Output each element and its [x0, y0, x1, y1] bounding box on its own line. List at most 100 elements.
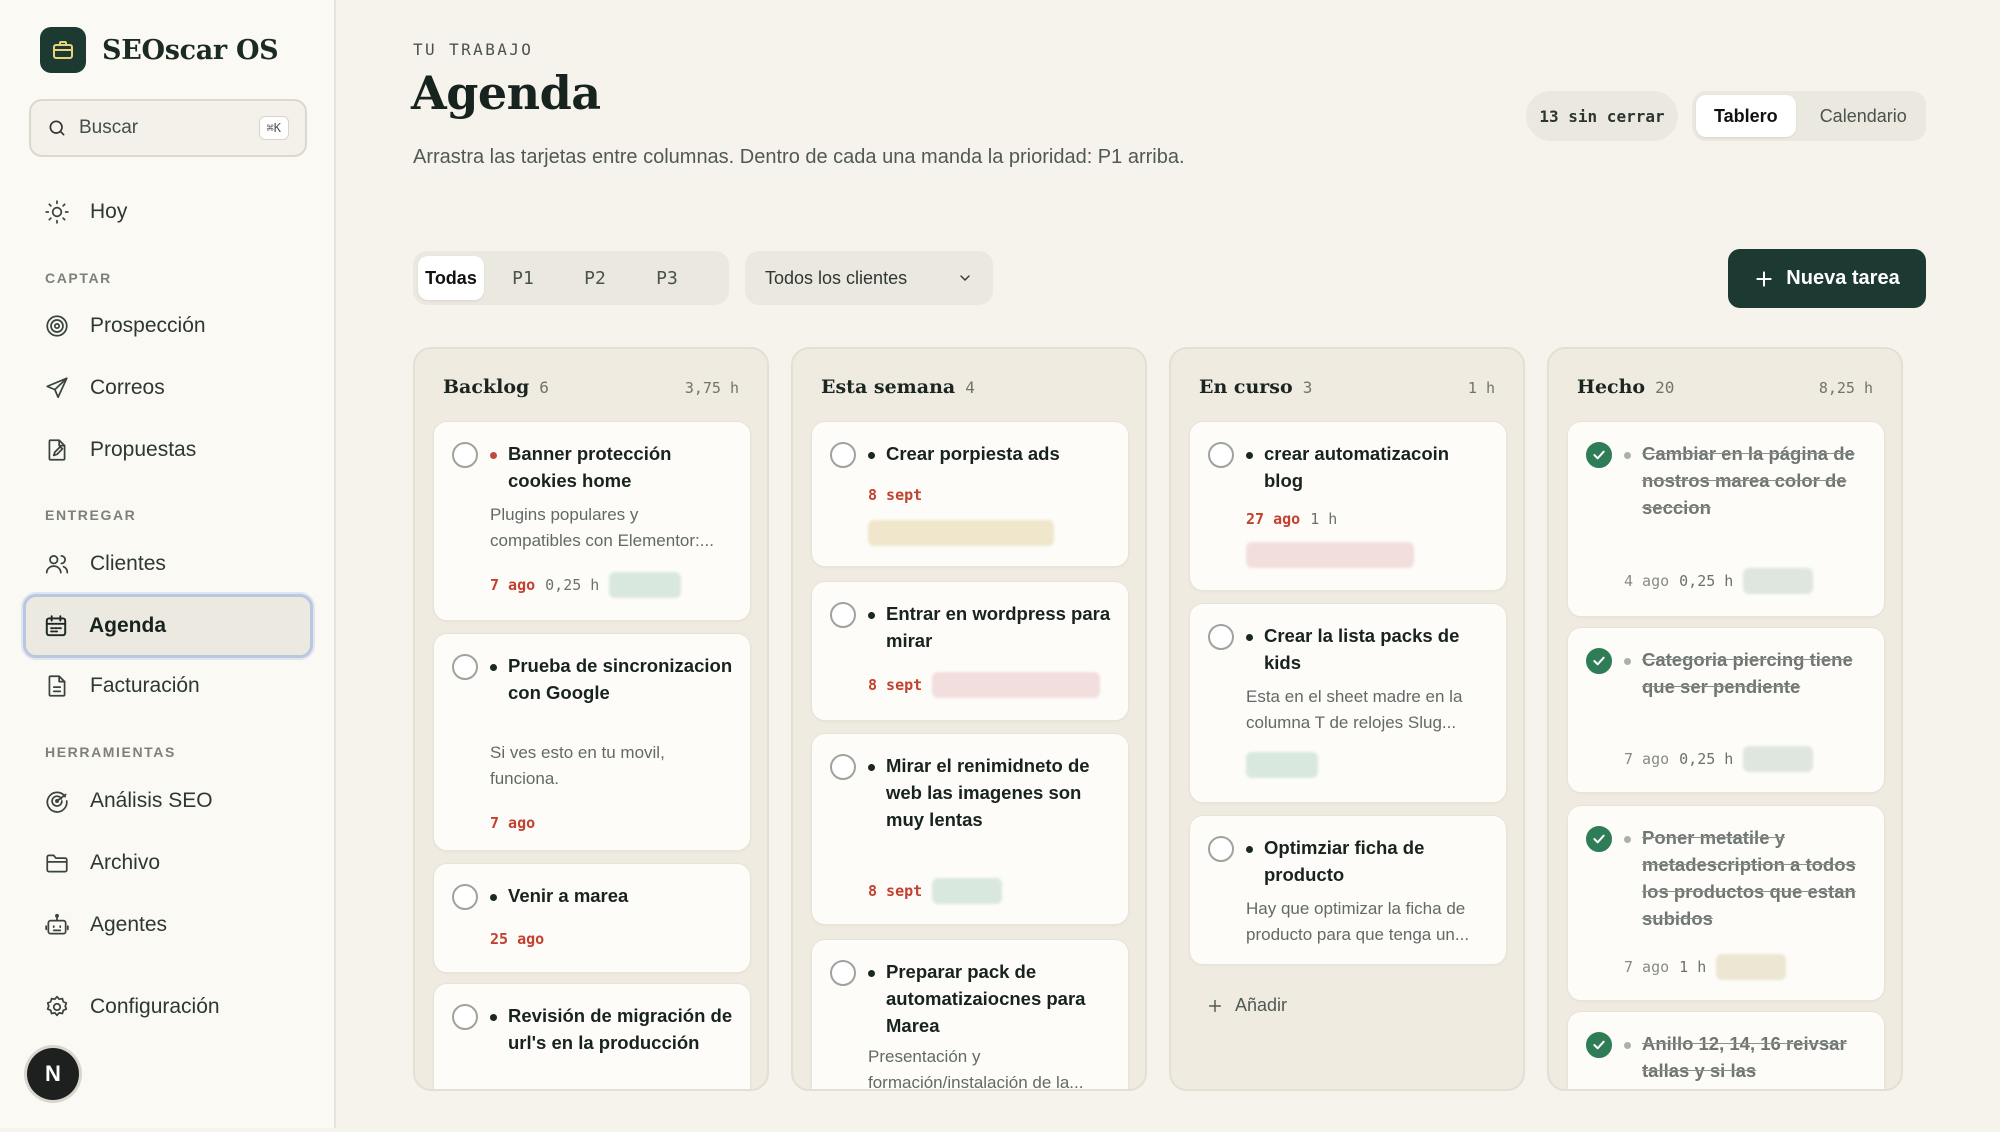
sidebar-item-seo[interactable]: Análisis SEO [24, 773, 310, 829]
client-tag [609, 572, 682, 598]
task-card[interactable]: crear automatizacoin blog 27 ago 1 h [1189, 421, 1507, 591]
view-board-button[interactable]: Tablero [1696, 95, 1796, 137]
task-card[interactable]: Entrar en wordpress para mirar 8 sept [811, 581, 1129, 721]
task-card[interactable]: Mirar el renimidneto de web las imagenes… [811, 733, 1129, 925]
sidebar-item-proposals[interactable]: Propuestas [24, 422, 310, 478]
task-checkbox[interactable] [830, 960, 856, 986]
priority-all-button[interactable]: Todas [418, 256, 484, 300]
client-tag [1743, 746, 1814, 772]
sidebar-item-clients[interactable]: Clientes [24, 536, 310, 592]
gear-icon [46, 995, 68, 1017]
sidebar: SEOscar OS Buscar ⌘K Hoy CAPTAR Prospecc… [0, 0, 336, 1128]
folder-icon [46, 854, 68, 873]
task-checkbox[interactable] [452, 1004, 478, 1030]
task-title: Poner metatile y metadescription a todos… [1642, 827, 1856, 929]
task-card[interactable]: Preparar pack de automatizaiocnes para M… [811, 939, 1129, 1089]
priority-p1-button[interactable]: P1 [490, 256, 556, 300]
client-select[interactable]: Todos los clientes [745, 251, 993, 305]
task-card[interactable]: Revisión de migración de url's en la pro… [433, 983, 751, 1089]
client-select-value: Todos los clientes [765, 267, 908, 288]
task-card[interactable]: Optimziar ficha de producto Hay que opti… [1189, 815, 1507, 965]
client-tag [1246, 752, 1318, 778]
task-date: 7 ago [490, 814, 536, 832]
search-input[interactable]: Buscar ⌘K [29, 99, 307, 157]
task-checkbox[interactable] [452, 884, 478, 910]
priority-dot [868, 764, 875, 771]
column-title: En curso [1199, 376, 1293, 398]
task-card[interactable]: Venir a marea 25 ago [433, 863, 751, 973]
sidebar-item-billing[interactable]: Facturación [24, 658, 310, 714]
search-icon [49, 120, 65, 136]
sidebar-item-archive[interactable]: Archivo [24, 835, 310, 891]
task-checkbox-done[interactable] [1586, 1032, 1612, 1058]
column-title: Esta semana [821, 376, 956, 398]
priority-filter: Todas P1 P2 P3 [413, 251, 729, 305]
task-hours: 1 h [1310, 510, 1338, 528]
priority-dot [868, 452, 875, 459]
task-hours: 0,25 h [1679, 750, 1734, 768]
check-icon [1593, 450, 1605, 460]
section-label-deliver: ENTREGAR [45, 507, 137, 523]
task-title: crear automatizacoin blog [1264, 443, 1450, 491]
task-checkbox[interactable] [452, 654, 478, 680]
task-card[interactable]: Cambiar en la página de nostros marea co… [1567, 421, 1885, 617]
task-card[interactable]: Banner protección cookies home Plugins p… [433, 421, 751, 621]
task-description: Si ves esto en tu movil, funciona. [490, 743, 665, 788]
task-checkbox[interactable] [452, 442, 478, 468]
page-title: Agenda [411, 66, 601, 120]
priority-p3-button[interactable]: P3 [634, 256, 700, 300]
task-title: Banner protección cookies home [508, 443, 672, 491]
page-subtitle: Arrastra las tarjetas entre columnas. De… [413, 146, 1185, 168]
task-meta: 7 ago 0,25 h [490, 572, 682, 598]
avatar[interactable]: N [27, 1048, 79, 1100]
sidebar-item-label: Agenda [89, 614, 167, 637]
task-checkbox[interactable] [1208, 836, 1234, 862]
task-card[interactable]: Crear la lista packs de kids Esta en el … [1189, 603, 1507, 803]
task-checkbox-done[interactable] [1586, 648, 1612, 674]
priority-dot [1624, 1042, 1631, 1049]
view-calendar-button[interactable]: Calendario [1802, 95, 1925, 137]
task-checkbox[interactable] [830, 754, 856, 780]
task-card[interactable]: Crear porpiesta ads 8 sept [811, 421, 1129, 567]
task-card[interactable]: Anillo 12, 14, 16 reivsar tallas y si la… [1567, 1011, 1885, 1089]
brand[interactable]: SEOscar OS [40, 27, 279, 73]
sidebar-item-prospecting[interactable]: Prospección [24, 298, 310, 354]
task-card[interactable]: Categoria piercing tiene que ser pendien… [1567, 627, 1885, 793]
send-icon [46, 377, 68, 399]
new-task-button[interactable]: Nueva tarea [1728, 249, 1926, 308]
sidebar-item-agents[interactable]: Agentes [24, 897, 310, 953]
task-meta: 7 ago 1 h [1624, 954, 1787, 980]
sidebar-item-agenda[interactable]: Agenda [23, 594, 313, 658]
radar-icon [46, 791, 68, 813]
task-meta: 27 ago 1 h [1246, 510, 1337, 528]
task-checkbox-done[interactable] [1586, 826, 1612, 852]
task-checkbox[interactable] [1208, 624, 1234, 650]
task-checkbox-done[interactable] [1586, 442, 1612, 468]
document-edit-icon [48, 439, 66, 461]
sidebar-item-emails[interactable]: Correos [24, 360, 310, 416]
sidebar-item-today[interactable]: Hoy [24, 184, 310, 240]
sidebar-item-settings[interactable]: Configuración [24, 979, 310, 1035]
column-count: 20 [1655, 378, 1675, 397]
task-checkbox[interactable] [830, 602, 856, 628]
users-icon [45, 555, 69, 574]
priority-dot [1246, 634, 1253, 641]
client-tag [1743, 568, 1814, 594]
invoice-icon [48, 675, 66, 697]
priority-p2-button[interactable]: P2 [562, 256, 628, 300]
add-task-button[interactable]: Añadir [1207, 995, 1287, 1016]
task-description: Esta en el sheet madre en la columna T d… [1246, 687, 1463, 732]
sidebar-item-label: Archivo [90, 851, 161, 874]
task-card[interactable]: Prueba de sincronizacion con Google Si v… [433, 633, 751, 851]
task-title: Mirar el renimidneto de web las imagenes… [886, 755, 1090, 830]
task-date: 7 ago [1624, 750, 1670, 768]
task-checkbox[interactable] [830, 442, 856, 468]
task-checkbox[interactable] [1208, 442, 1234, 468]
client-tag [932, 878, 1003, 904]
task-title: Anillo 12, 14, 16 reivsar tallas y si la… [1642, 1033, 1847, 1081]
task-card[interactable]: Poner metatile y metadescription a todos… [1567, 805, 1885, 1001]
plus-icon [1208, 999, 1222, 1012]
task-title: Preparar pack de automatizaiocnes para M… [886, 961, 1086, 1036]
search-label: Buscar [79, 117, 139, 138]
task-date: 4 ago [1624, 572, 1670, 590]
